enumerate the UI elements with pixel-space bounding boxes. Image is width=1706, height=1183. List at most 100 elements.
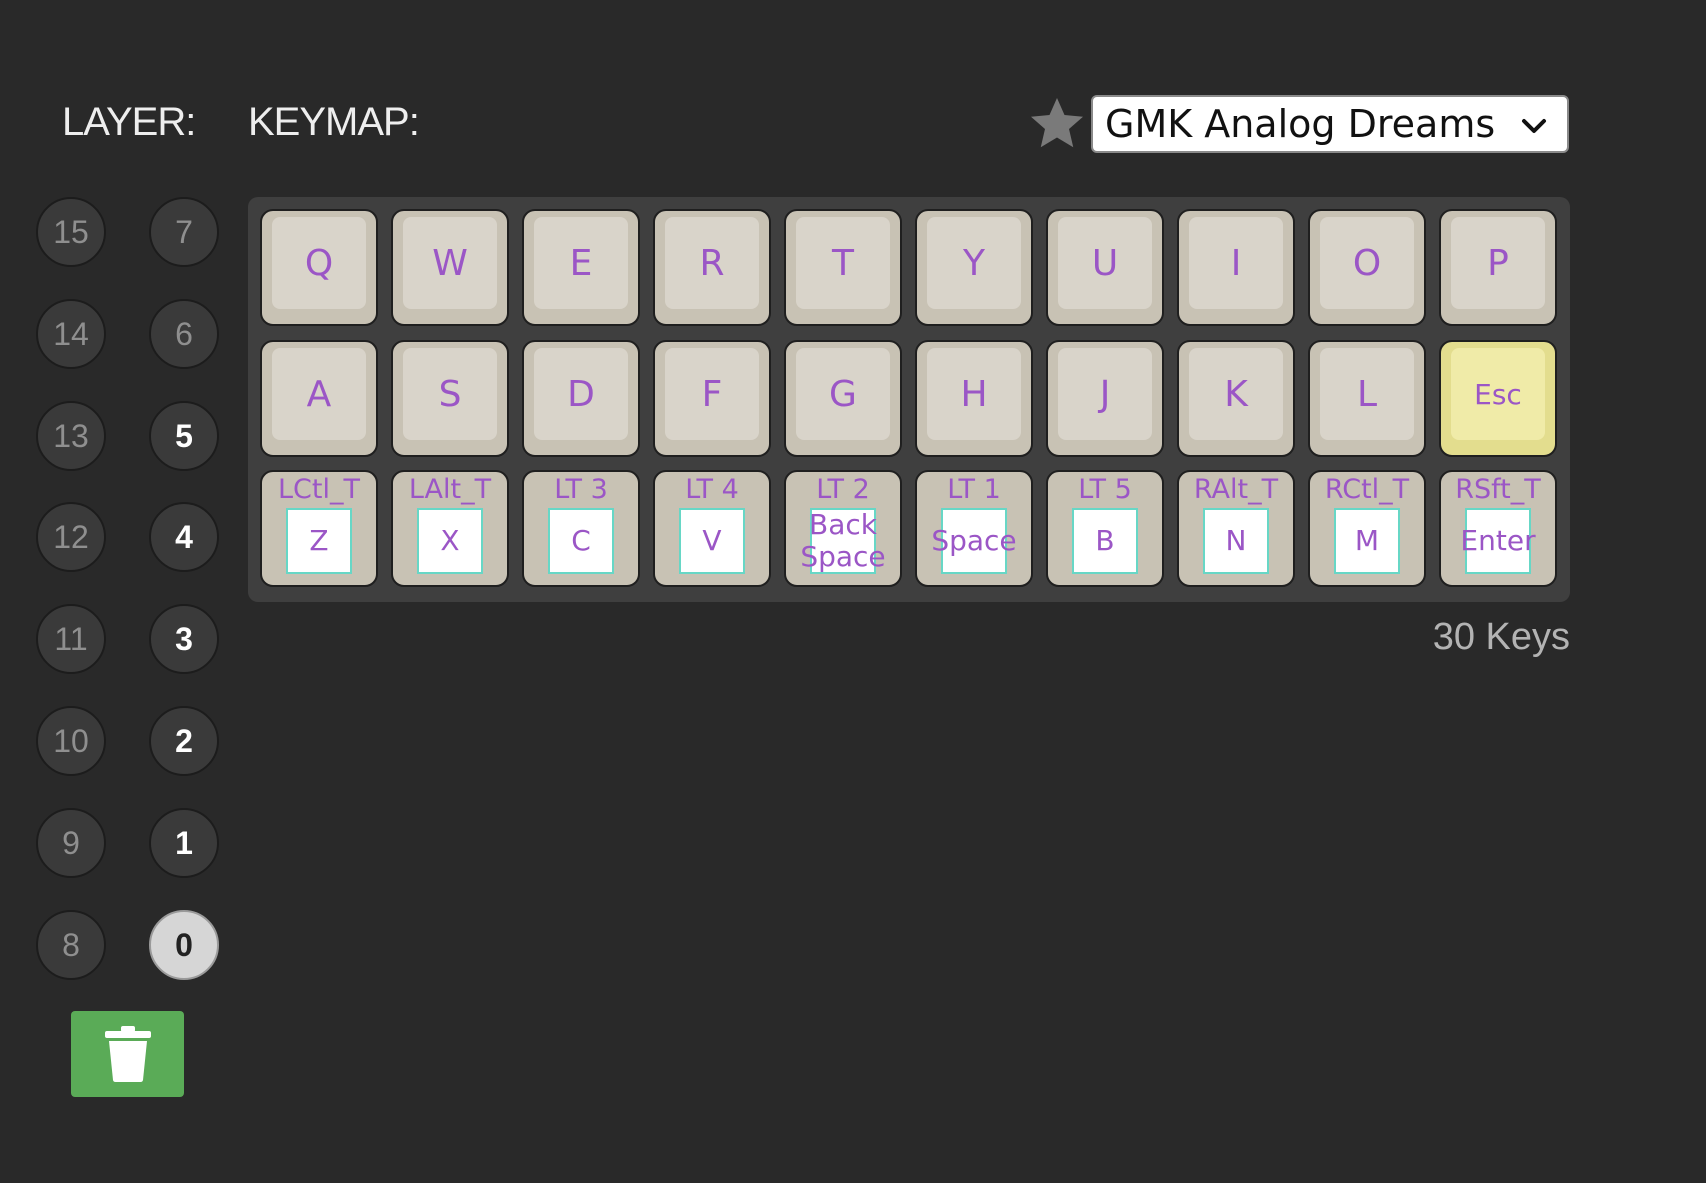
key-q[interactable]: Q [260,209,378,326]
layer-button-5[interactable]: 5 [149,401,219,471]
key-function-label: LAlt_T [408,474,492,505]
key-mod-tap-lalt-t[interactable]: LAlt_T X [391,470,509,587]
key-mod-tap-lt-2[interactable]: LT 2 Back Space [784,470,902,587]
key-legend: I [1230,243,1242,284]
layer-button-11[interactable]: 11 [36,604,106,674]
key-function-label: LT 2 [816,474,870,505]
star-icon[interactable] [1026,94,1088,154]
key-legend: E [569,243,593,284]
key-legend: H [960,374,988,415]
key-mod-tap-lt-1[interactable]: LT 1 Space [915,470,1033,587]
key-tap-slot[interactable]: Back Space [800,508,886,574]
key-w[interactable]: W [391,209,509,326]
key-t[interactable]: T [784,209,902,326]
key-legend: U [1091,243,1119,284]
key-tap-legend: Z [309,524,329,557]
key-l[interactable]: L [1308,340,1426,457]
key-function-label: LT 4 [685,474,739,505]
key-tap-slot[interactable]: B [1072,508,1138,574]
key-legend: T [832,243,854,284]
layer-button-14[interactable]: 14 [36,299,106,369]
layer-button-13[interactable]: 13 [36,401,106,471]
layer-button-2[interactable]: 2 [149,706,219,776]
layer-button-4[interactable]: 4 [149,502,219,572]
key-tap-slot[interactable]: Z [286,508,352,574]
key-legend: S [438,374,462,415]
key-legend: O [1352,243,1382,284]
key-y[interactable]: Y [915,209,1033,326]
key-tap-slot[interactable]: X [417,508,483,574]
key-mod-tap-ralt-t[interactable]: RAlt_T N [1177,470,1295,587]
layer-button-8[interactable]: 8 [36,910,106,980]
key-legend: P [1487,243,1509,284]
key-function-label: RSft_T [1455,474,1541,505]
key-tap-slot[interactable]: Enter [1460,508,1536,574]
key-legend: Y [963,243,985,284]
keymap-select-value: GMK Analog Dreams [1105,102,1496,146]
key-legend: L [1356,374,1378,415]
key-tap-slot[interactable]: V [679,508,745,574]
key-tap-legend: V [702,524,722,557]
key-r[interactable]: R [653,209,771,326]
key-tap-slot[interactable]: C [548,508,614,574]
key-f[interactable]: F [653,340,771,457]
key-s[interactable]: S [391,340,509,457]
key-tap-legend: X [440,524,460,557]
key-mod-tap-rctl-t[interactable]: RCtl_T M [1308,470,1426,587]
key-function-label: RAlt_T [1193,474,1279,505]
layer-button-12[interactable]: 12 [36,502,106,572]
layer-button-15[interactable]: 15 [36,197,106,267]
key-tap-legend: M [1354,524,1380,557]
key-i[interactable]: I [1177,209,1295,326]
key-tap-legend: Space [931,524,1017,557]
key-tap-slot[interactable]: Space [931,508,1017,574]
key-p[interactable]: P [1439,209,1557,326]
key-g[interactable]: G [784,340,902,457]
keymap-select[interactable]: GMK Analog Dreams [1091,95,1569,153]
key-e[interactable]: E [522,209,640,326]
key-esc[interactable]: Esc [1439,340,1557,457]
key-legend: J [1099,374,1111,415]
key-h[interactable]: H [915,340,1033,457]
key-legend: Esc [1474,378,1522,411]
layer-button-0[interactable]: 0 [149,910,219,980]
key-legend: R [699,243,725,284]
layer-button-3[interactable]: 3 [149,604,219,674]
key-legend: G [829,374,857,415]
key-function-label: LCtl_T [278,474,360,505]
key-legend: K [1224,374,1248,415]
key-function-label: LT 5 [1078,474,1132,505]
trash-icon [104,1026,151,1082]
key-mod-tap-lt-3[interactable]: LT 3 C [522,470,640,587]
key-mod-tap-lctl-t[interactable]: LCtl_T Z [260,470,378,587]
key-u[interactable]: U [1046,209,1164,326]
key-tap-legend: Enter [1460,524,1536,557]
keycodes-section-header-cutoff [36,1138,47,1183]
key-tap-slot[interactable]: M [1334,508,1400,574]
key-tap-legend: C [571,524,591,557]
key-function-label: LT 3 [554,474,608,505]
chevron-down-icon [1522,119,1546,133]
key-k[interactable]: K [1177,340,1295,457]
layer-button-10[interactable]: 10 [36,706,106,776]
key-tap-legend: N [1225,524,1247,557]
key-legend: D [567,374,595,415]
layer-button-6[interactable]: 6 [149,299,219,369]
key-tap-legend: B [1095,524,1115,557]
key-d[interactable]: D [522,340,640,457]
key-legend: W [432,243,468,284]
key-mod-tap-rsft-t[interactable]: RSft_T Enter [1439,470,1557,587]
key-mod-tap-lt-5[interactable]: LT 5 B [1046,470,1164,587]
key-tap-slot[interactable]: N [1203,508,1269,574]
key-mod-tap-lt-4[interactable]: LT 4 V [653,470,771,587]
keymap-heading: KEYMAP: [248,100,420,144]
layer-button-9[interactable]: 9 [36,808,106,878]
key-o[interactable]: O [1308,209,1426,326]
key-a[interactable]: A [260,340,378,457]
layer-heading: LAYER: [62,100,196,144]
layer-button-7[interactable]: 7 [149,197,219,267]
layer-button-1[interactable]: 1 [149,808,219,878]
clear-layer-button[interactable] [71,1011,184,1097]
key-function-label: LT 1 [947,474,1001,505]
key-j[interactable]: J [1046,340,1164,457]
